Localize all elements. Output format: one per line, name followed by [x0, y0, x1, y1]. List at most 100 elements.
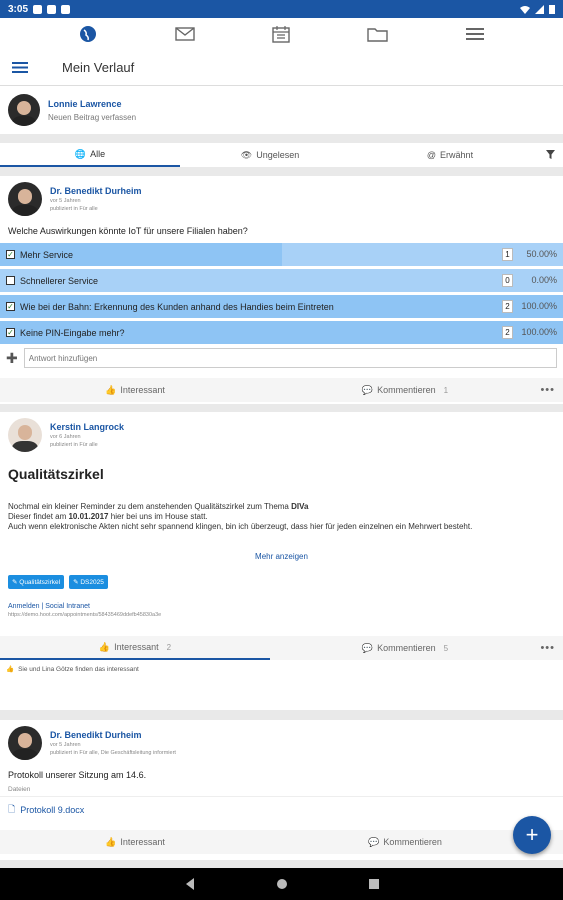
post-time: vor 5 Jahren — [50, 198, 81, 204]
poll-option[interactable]: ✓ Wie bei der Bahn: Erkennung des Kunden … — [0, 295, 563, 318]
calendar-icon[interactable] — [269, 22, 293, 46]
tab-mentioned-label: Erwähnt — [440, 150, 474, 160]
back-icon[interactable] — [184, 878, 196, 890]
comment-button[interactable]: 💬 Kommentieren — [270, 830, 540, 854]
vote-percent: 100.00% — [521, 327, 557, 337]
post-time: vor 5 Jahren — [50, 742, 81, 748]
globe-icon[interactable] — [76, 22, 100, 46]
likers-line[interactable]: 👍 Sie und Lina Götze finden das interessa… — [0, 660, 563, 678]
author-name[interactable]: Dr. Benedikt Durheim — [50, 730, 176, 740]
vote-percent: 50.00% — [526, 249, 557, 259]
post-header: Dr. Benedikt Durheim vor 5 Jahren publiz… — [0, 720, 563, 760]
avatar[interactable] — [8, 182, 42, 216]
poll-option[interactable]: ✓ Keine PIN-Eingabe mehr? 2 100.00% — [0, 321, 563, 344]
avatar — [8, 94, 40, 126]
option-label: Keine PIN-Eingabe mehr? — [20, 327, 125, 338]
tab-unread-label: Ungelesen — [256, 150, 300, 160]
file-name: Protokoll 9.docx — [20, 805, 85, 815]
post-card: Kerstin Langrock vor 6 Jahren publiziert… — [0, 412, 563, 710]
notification-icon — [61, 4, 71, 14]
checkbox[interactable] — [6, 276, 15, 285]
avatar[interactable] — [8, 418, 42, 452]
author-name[interactable]: Kerstin Langrock — [50, 422, 124, 432]
menu-icon[interactable] — [463, 22, 487, 46]
post-time: vor 6 Jahren — [50, 434, 81, 440]
composer[interactable]: Lonnie Lawrence Neuen Beitrag verfassen — [0, 86, 563, 134]
post-actions: 👍 Interessant 2 💬 Kommentieren 5 ••• — [0, 636, 563, 660]
tag-label: Qualitätszirkel — [19, 579, 61, 586]
show-more-link[interactable]: Mehr anzeigen — [0, 552, 563, 561]
post-audience: publiziert in Für alle — [50, 206, 98, 212]
post-card: Dr. Benedikt Durheim vor 5 Jahren publiz… — [0, 720, 563, 860]
author-name[interactable]: Dr. Benedikt Durheim — [50, 186, 142, 196]
vote-count: 2 — [502, 300, 513, 313]
thumbs-up-icon: 👍 — [6, 666, 15, 673]
post-header: Kerstin Langrock vor 6 Jahren publiziert… — [0, 412, 563, 452]
poll-option[interactable]: ✓ Mehr Service 1 50.00% — [0, 243, 563, 266]
thumbs-up-icon: 👍 — [98, 641, 111, 652]
poll-options: ✓ Mehr Service 1 50.00% Schnellerer Service 0… — [0, 243, 563, 344]
poll-option[interactable]: Schnellerer Service 0 0.00% — [0, 269, 563, 292]
system-nav-bar — [0, 868, 563, 900]
thumbs-up-icon: 👍 — [105, 384, 117, 395]
like-button[interactable]: 👍 Interessant 2 — [0, 636, 270, 660]
option-label: Mehr Service — [20, 249, 74, 260]
tag[interactable]: ✎ DS2025 — [69, 575, 108, 589]
link-url[interactable]: https://demo.hoot.com/appointments/58435… — [0, 610, 563, 618]
tag-list: ✎ Qualitätszirkel ✎ DS2025 — [0, 575, 563, 589]
like-label: Interessant — [114, 642, 159, 652]
comment-icon: 💬 — [368, 836, 380, 847]
mail-icon[interactable] — [173, 22, 197, 46]
body-text: Dieser findet am — [8, 512, 69, 521]
like-button[interactable]: 👍 Interessant — [0, 830, 270, 854]
tab-unread[interactable]: 👁 Ungelesen — [180, 143, 360, 167]
post-actions: 👍 Interessant 💬 Kommentieren — [0, 830, 563, 854]
filter-icon[interactable] — [546, 149, 555, 161]
answer-input[interactable] — [23, 348, 557, 368]
more-icon[interactable]: ••• — [540, 384, 555, 396]
tab-all-label: Alle — [90, 149, 106, 159]
link-title[interactable]: Anmelden | Social Intranet — [0, 603, 563, 610]
avatar[interactable] — [8, 726, 42, 760]
body-text-bold: 10.01.2017 — [68, 512, 109, 521]
plus-icon: + — [525, 822, 539, 847]
comment-label: Kommentieren — [377, 385, 436, 395]
comment-button[interactable]: 💬 Kommentieren 5 — [270, 636, 540, 660]
tag[interactable]: ✎ Qualitätszirkel — [8, 575, 65, 589]
home-icon[interactable] — [276, 878, 288, 890]
option-label: Wie bei der Bahn: Erkennung des Kunden a… — [20, 301, 334, 312]
thumbs-up-icon: 👍 — [105, 836, 117, 847]
battery-icon — [549, 5, 555, 14]
poll-card: Dr. Benedikt Durheim vor 5 Jahren publiz… — [0, 176, 563, 404]
checkbox[interactable]: ✓ — [6, 302, 15, 311]
folder-icon[interactable] — [366, 22, 390, 46]
vote-percent: 100.00% — [521, 301, 557, 311]
vote-count: 2 — [502, 326, 513, 339]
eye-icon: 👁 — [240, 149, 253, 160]
signal-icon — [535, 4, 544, 14]
tab-mentioned[interactable]: @ Erwähnt — [360, 143, 540, 167]
like-button[interactable]: 👍 Interessant — [0, 378, 270, 402]
more-icon[interactable]: ••• — [540, 642, 555, 654]
checkbox[interactable]: ✓ — [6, 250, 15, 259]
vote-count: 0 — [502, 274, 513, 287]
body-text: Auch wenn elektronische Akten nicht sehr… — [8, 522, 473, 531]
globe-icon: 🌐 — [74, 148, 87, 159]
checkbox[interactable]: ✓ — [6, 328, 15, 337]
like-count: 2 — [166, 642, 172, 652]
post-audience: publiziert in Für alle, Die Geschäftslei… — [50, 750, 176, 756]
comment-label: Kommentieren — [377, 643, 436, 653]
status-bar: 3:05 — [0, 0, 563, 18]
body-text: hier bei uns im House statt. — [108, 512, 208, 521]
filter-tabs: 🌐 Alle 👁 Ungelesen @ Erwähnt — [0, 143, 563, 167]
plus-icon[interactable]: ✚ — [6, 350, 18, 367]
hamburger-icon[interactable] — [0, 61, 40, 74]
file-attachment[interactable]: 🗋 Protokoll 9.docx — [0, 802, 563, 818]
post-actions: 👍 Interessant 💬 Kommentieren 1 ••• — [0, 378, 563, 402]
document-icon: 🗋 — [8, 804, 16, 814]
tab-all[interactable]: 🌐 Alle — [0, 143, 180, 167]
recents-icon[interactable] — [368, 878, 380, 890]
add-post-button[interactable]: + — [513, 816, 551, 854]
composer-prompt[interactable]: Neuen Beitrag verfassen — [48, 113, 136, 122]
comment-button[interactable]: 💬 Kommentieren 1 — [270, 378, 540, 402]
